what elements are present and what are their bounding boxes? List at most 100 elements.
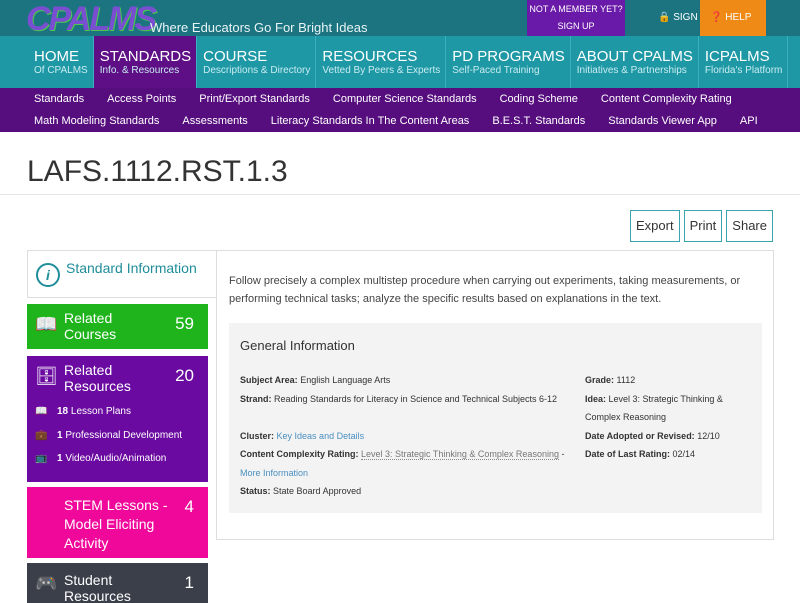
grade: 1112 bbox=[616, 375, 636, 385]
resource-label: Lesson Plans bbox=[70, 406, 131, 417]
field-label: Idea: bbox=[585, 393, 607, 404]
cabinet-icon: 🗄 bbox=[35, 366, 58, 386]
subnav-link[interactable]: Access Points bbox=[107, 93, 176, 105]
nav-resources[interactable]: RESOURCES Vetted By Peers & Experts bbox=[316, 36, 447, 88]
nav-about[interactable]: ABOUT CPALMS Initiatives & Partnerships bbox=[571, 36, 699, 88]
tab-stem-lessons[interactable]: STEM Lessons - Model Eliciting Activity … bbox=[27, 487, 208, 558]
sign-up-button[interactable]: NOT A MEMBER YET? SIGN UP bbox=[527, 0, 625, 36]
tagline: Where Educators Go For Bright Ideas bbox=[150, 20, 368, 35]
nav-title: ICPALMS bbox=[704, 48, 770, 65]
nav-home[interactable]: HOME Of CPALMS bbox=[28, 36, 94, 88]
field-label: Cluster: bbox=[240, 430, 275, 441]
nav-title: RESOURCES bbox=[322, 48, 418, 65]
count: 1 bbox=[184, 573, 194, 592]
right-fields: Grade: 1112 Idea: Level 3: Strategic Thi… bbox=[585, 371, 745, 464]
resource-count: 1 bbox=[57, 430, 63, 441]
subnav-link[interactable]: Standards bbox=[34, 93, 84, 105]
subnav-link[interactable]: Coding Scheme bbox=[500, 93, 578, 105]
signup-prompt: NOT A MEMBER YET? bbox=[529, 4, 623, 14]
nav-subtitle: Descriptions & Directory bbox=[203, 65, 311, 76]
nav-subtitle: Florida's Platform bbox=[704, 65, 783, 76]
briefcase-icon: 💼 bbox=[35, 430, 48, 441]
date-adopted: 12/10 bbox=[697, 430, 720, 441]
nav-title: HOME bbox=[34, 48, 79, 65]
resource-professional-development[interactable]: 💼 1 Professional Development bbox=[35, 430, 182, 441]
field-label: Date Adopted or Revised: bbox=[585, 430, 695, 441]
nav-subtitle: Self-Paced Training bbox=[452, 65, 540, 76]
status: State Board Approved bbox=[273, 486, 362, 496]
resource-lesson-plans[interactable]: 📖 18 Lesson Plans bbox=[35, 406, 131, 417]
nav-title: ABOUT CPALMS bbox=[576, 48, 693, 65]
field-label: Subject Area: bbox=[240, 375, 298, 385]
sub-nav: Standards Access Points Print/Export Stand… bbox=[0, 88, 800, 132]
tab-related-courses[interactable]: 📖 Related Courses 59 bbox=[27, 304, 208, 349]
tab-label: Related Courses bbox=[64, 310, 117, 342]
subnav-link[interactable]: Print/Export Standards bbox=[199, 93, 310, 105]
info-icon: i bbox=[36, 263, 60, 287]
field-label: Strand: bbox=[240, 393, 272, 404]
field-label: Date of Last Rating: bbox=[585, 449, 671, 459]
subnav-link[interactable]: Math Modeling Standards bbox=[34, 115, 159, 127]
subnav-link[interactable]: Content Complexity Rating bbox=[601, 93, 732, 105]
complexity-rating[interactable]: Level 3: Strategic Thinking & Complex Re… bbox=[361, 449, 559, 460]
nav-standards[interactable]: STANDARDS Info. & Resources bbox=[93, 36, 198, 88]
left-fields: Subject Area: English Language Arts Stra… bbox=[240, 371, 580, 501]
tab-label: Related Resources bbox=[64, 362, 131, 394]
subnav-link[interactable]: Literacy Standards In The Content Areas bbox=[271, 115, 470, 127]
print-button[interactable]: Print bbox=[683, 210, 723, 242]
gamepad-icon: 🎮 bbox=[35, 573, 58, 593]
resource-count: 18 bbox=[57, 406, 69, 417]
resource-count: 1 bbox=[57, 453, 63, 464]
section-heading: General Information bbox=[240, 338, 355, 353]
cpalms-logo[interactable]: CPALMS bbox=[26, 0, 157, 39]
general-information: General Information Subject Area: Englis… bbox=[229, 323, 762, 513]
strand: Reading Standards for Literacy in Scienc… bbox=[274, 393, 558, 404]
nav-pd-programs[interactable]: PD PROGRAMS Self-Paced Training bbox=[446, 36, 571, 88]
field-label: Status: bbox=[240, 486, 271, 496]
main-nav: HOME Of CPALMS STANDARDS Info. & Resources… bbox=[0, 36, 800, 88]
tab-label: Student Resources bbox=[64, 572, 131, 603]
signup-label: SIGN UP bbox=[557, 21, 595, 31]
nav-title: COURSE bbox=[203, 48, 268, 65]
nav-subtitle: Info. & Resources bbox=[99, 65, 180, 76]
standard-description: Follow precisely a complex multistep pro… bbox=[229, 275, 741, 305]
nav-title: STANDARDS bbox=[99, 48, 192, 65]
field-label: Content Complexity Rating: bbox=[240, 449, 359, 459]
separator: - bbox=[558, 449, 565, 459]
book-icon: 📖 bbox=[35, 406, 48, 417]
tv-icon: 📺 bbox=[35, 453, 48, 464]
export-button[interactable]: Export bbox=[629, 210, 680, 242]
count: 59 bbox=[175, 314, 194, 333]
tab-related-resources[interactable]: 🗄 Related Resources 20 📖 18 Lesson Plans … bbox=[27, 356, 208, 482]
share-button[interactable]: Share bbox=[726, 210, 773, 242]
nav-subtitle: Vetted By Peers & Experts bbox=[322, 65, 441, 76]
tab-label: Standard Information bbox=[66, 260, 197, 276]
nav-course[interactable]: COURSE Descriptions & Directory bbox=[197, 36, 317, 88]
subject-area: English Language Arts bbox=[300, 375, 391, 385]
date-last-rating: 02/14 bbox=[672, 449, 696, 459]
page-title: LAFS.1112.RST.1.3 bbox=[27, 155, 288, 188]
subnav-link[interactable]: Assessments bbox=[182, 115, 247, 127]
lock-icon: 🔒 bbox=[658, 12, 671, 23]
more-information-link[interactable]: More Information bbox=[240, 468, 308, 478]
help-button[interactable]: ❓ HELP bbox=[700, 0, 766, 36]
question-icon: ❓ bbox=[710, 12, 723, 23]
nav-subtitle: Of CPALMS bbox=[34, 65, 88, 76]
divider bbox=[0, 194, 800, 195]
book-icon: 📖 bbox=[35, 314, 58, 334]
tab-student-resources[interactable]: 🎮 Student Resources 1 bbox=[27, 563, 208, 603]
tab-label: STEM Lessons - Model Eliciting Activity bbox=[64, 497, 168, 551]
subnav-link[interactable]: Standards Viewer App bbox=[608, 115, 717, 127]
nav-icpalms[interactable]: ICPALMS Florida's Platform bbox=[699, 36, 789, 88]
subnav-link[interactable]: Computer Science Standards bbox=[333, 93, 477, 105]
action-buttons: Export Print Share bbox=[629, 210, 773, 242]
count: 20 bbox=[175, 366, 194, 385]
resource-video[interactable]: 📺 1 Video/Audio/Animation bbox=[35, 453, 166, 464]
cluster-link[interactable]: Key Ideas and Details bbox=[277, 431, 365, 441]
field-label: Grade: bbox=[585, 375, 615, 385]
subnav-link[interactable]: API bbox=[740, 115, 758, 127]
subnav-link[interactable]: B.E.S.T. Standards bbox=[492, 115, 585, 127]
standard-information-panel: Follow precisely a complex multistep pro… bbox=[216, 250, 774, 540]
resource-label: Professional Development bbox=[65, 430, 183, 441]
tab-standard-information[interactable]: i Standard Information bbox=[27, 250, 217, 298]
